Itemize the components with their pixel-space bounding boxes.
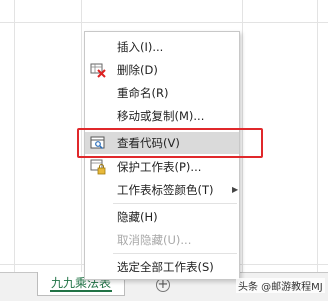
menu-item-label: 重命名(R)	[117, 86, 169, 100]
grid-line	[14, 0, 15, 272]
watermark: 头条 @邮游教程MJ	[236, 278, 325, 293]
menu-item-label: 删除(D)	[117, 63, 158, 77]
grid-line	[0, 22, 328, 23]
menu-separator	[113, 253, 237, 254]
menu-item-protect-sheet[interactable]: 保护工作表(P)...	[85, 156, 239, 178]
menu-item-unhide: 取消隐藏(U)...	[85, 229, 239, 251]
add-sheet-button[interactable]: +	[156, 278, 170, 292]
menu-item-label: 工作表标签颜色(T)	[117, 183, 214, 197]
delete-sheet-icon	[90, 63, 106, 78]
menu-item-label: 取消隐藏(U)...	[117, 233, 192, 247]
active-tab-indicator	[50, 290, 112, 292]
menu-item-move-copy[interactable]: 移动或复制(M)...	[85, 105, 239, 127]
menu-item-label: 插入(I)...	[117, 40, 164, 54]
menu-item-label: 移动或复制(M)...	[117, 109, 205, 123]
menu-item-select-all-sheets[interactable]: 选定全部工作表(S)	[85, 256, 239, 278]
menu-item-label: 保护工作表(P)...	[117, 160, 202, 174]
submenu-arrow-icon: ▶	[232, 185, 239, 194]
menu-separator	[113, 203, 237, 204]
menu-item-rename[interactable]: 重命名(R)	[85, 82, 239, 104]
menu-item-label: 选定全部工作表(S)	[117, 260, 214, 274]
menu-item-tab-color[interactable]: 工作表标签颜色(T) ▶	[85, 179, 239, 201]
menu-item-hide[interactable]: 隐藏(H)	[85, 206, 239, 228]
protect-sheet-icon	[90, 159, 106, 175]
grid-line	[317, 0, 318, 272]
menu-item-insert[interactable]: 插入(I)...	[85, 36, 239, 58]
menu-item-delete[interactable]: 删除(D)	[85, 59, 239, 81]
menu-item-label: 隐藏(H)	[117, 210, 158, 224]
highlight-annotation-box	[77, 128, 263, 158]
